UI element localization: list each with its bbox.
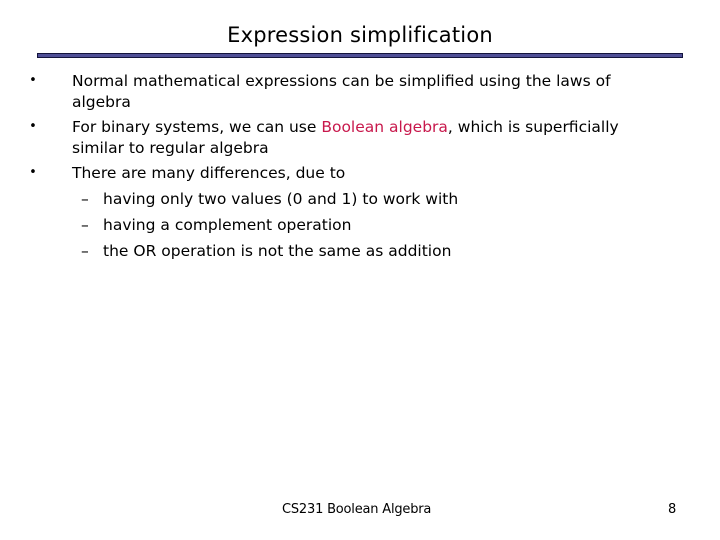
bullet-text: Normal mathematical expressions can be s… (72, 72, 611, 90)
bullet-text-end: , which is superficially (447, 118, 619, 136)
sub-bullet-text: the OR operation is not the same as addi… (103, 242, 452, 260)
sub-bullet-text: having a complement operation (103, 216, 352, 234)
dash-icon: – (81, 190, 89, 208)
sub-bullet-item: – the OR operation is not the same as ad… (0, 238, 690, 264)
sub-bullet-text: having only two values (0 and 1) to work… (103, 190, 459, 208)
sub-bullet-item: – having a complement operation (0, 212, 690, 238)
bullet-text-continuation: similar to regular algebra (72, 139, 269, 157)
bullet-item: • Normal mathematical expressions can be… (0, 68, 720, 112)
bullet-icon: • (29, 165, 37, 180)
title-divider (37, 53, 683, 58)
bullet-list: • Normal mathematical expressions can be… (0, 68, 720, 264)
highlighted-term: Boolean algebra (321, 118, 448, 136)
bullet-text: There are many differences, due to (72, 164, 346, 182)
bullet-text-continuation: algebra (72, 93, 131, 111)
bullet-icon: • (29, 119, 37, 134)
bullet-icon: • (29, 73, 37, 88)
bullet-text: For binary systems, we can use Boolean a… (72, 114, 690, 140)
dash-icon: – (81, 216, 89, 234)
footer-course-label: CS231 Boolean Algebra (282, 502, 432, 517)
bullet-item: • For binary systems, we can use Boolean… (0, 114, 720, 158)
sub-bullet-list: – having only two values (0 and 1) to wo… (0, 186, 690, 264)
sub-bullet-item: – having only two values (0 and 1) to wo… (0, 186, 690, 212)
dash-icon: – (81, 242, 89, 260)
page-number: 8 (668, 502, 677, 517)
slide-title: Expression simplification (227, 23, 493, 47)
bullet-item: • There are many differences, due to – h… (0, 160, 720, 264)
bullet-text-start: For binary systems, we can use (72, 118, 322, 136)
